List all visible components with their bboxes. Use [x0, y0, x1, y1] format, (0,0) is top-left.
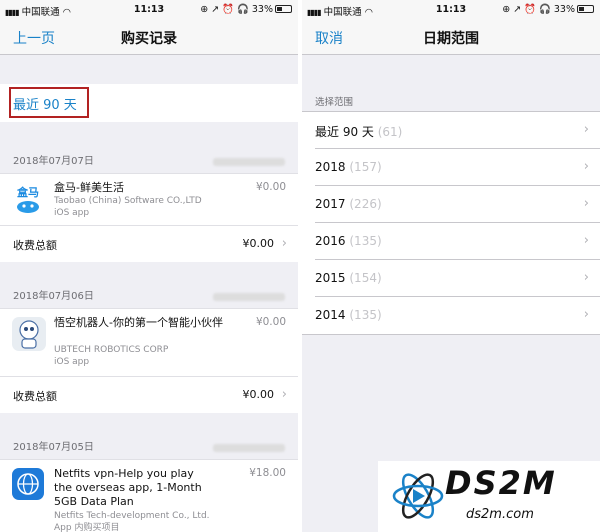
app-price: ¥0.00: [255, 181, 286, 193]
range-label: 最近 90 天: [315, 125, 374, 139]
date-header: 2018年07月07日: [0, 145, 298, 173]
range-label: 2017: [315, 197, 346, 211]
range-label: 2015: [315, 271, 346, 285]
status-icons: ⊕ ↗ ⏰ 🎧: [200, 4, 249, 15]
chevron-right-icon: ›: [583, 307, 589, 322]
back-button[interactable]: 上一页: [13, 28, 55, 48]
range-list: 最近 90 天 (61) › 2018 (157) › 2017 (226) ›…: [302, 111, 600, 335]
battery-icon: [577, 5, 594, 13]
status-icons: ⊕ ↗ ⏰ 🎧: [502, 4, 551, 15]
app-developer: Taobao (China) Software CO.,LTD: [54, 196, 202, 206]
date-range-label[interactable]: 最近 90 天: [13, 94, 77, 113]
chevron-right-icon: ›: [281, 387, 287, 402]
purchase-item[interactable]: 悟空机器人-你的第一个智能小伙伴 UBTECH ROBOTICS CORP iO…: [0, 308, 298, 376]
netfits-app-icon: [12, 468, 44, 500]
app-type: App 内购买项目: [54, 523, 120, 532]
order-id-blurred: [213, 293, 285, 301]
range-count: (226): [349, 197, 382, 211]
purchase-date: 2018年07月07日: [13, 156, 94, 167]
battery-percent: 33%: [251, 4, 273, 15]
nav-bar: 上一页 购买记录: [0, 20, 298, 55]
purchase-item[interactable]: 盒马 盒马-鲜美生活 Taobao (China) Software CO.,L…: [0, 173, 298, 225]
range-label: 2014: [315, 308, 346, 322]
chevron-right-icon: ›: [583, 233, 589, 248]
range-count: (135): [349, 308, 382, 322]
total-amount: ¥0.00: [242, 237, 275, 250]
total-row[interactable]: 收费总额 ¥0.00 ›: [0, 376, 298, 413]
total-label: 收费总额: [13, 390, 57, 403]
range-label: 2016: [315, 234, 346, 248]
date-range-screen: ▮▮▮▮ 中国联通 ◠ 11:13 ⊕ ↗ ⏰ 🎧 33% 取消 日期范围 选择…: [302, 0, 600, 532]
range-option-2014[interactable]: 2014 (135) ›: [315, 297, 600, 334]
range-count: (135): [349, 234, 382, 248]
app-type: iOS app: [54, 357, 90, 367]
purchase-date: 2018年07月06日: [13, 291, 94, 302]
battery-percent: 33%: [553, 4, 575, 15]
status-bar: ▮▮▮▮ 中国联通 ◠ 11:13 ⊕ ↗ ⏰ 🎧 33%: [0, 0, 298, 20]
section-header: 选择范围: [315, 97, 354, 108]
date-range-selector[interactable]: 最近 90 天: [0, 84, 298, 122]
hema-app-icon: 盒马: [12, 182, 44, 214]
range-option-2016[interactable]: 2016 (135) ›: [315, 223, 600, 260]
date-header: 2018年07月06日: [0, 280, 298, 308]
range-count: (154): [349, 271, 382, 285]
chevron-right-icon: ›: [583, 159, 589, 174]
app-price: ¥0.00: [255, 316, 286, 328]
app-price: ¥18.00: [249, 467, 286, 479]
range-count: (157): [349, 160, 382, 174]
battery-icon: [275, 5, 292, 13]
purchase-history-screen: ▮▮▮▮ 中国联通 ◠ 11:13 ⊕ ↗ ⏰ 🎧 33% 上一页 购买记录 最…: [0, 0, 298, 532]
atom-logo-icon: [392, 473, 444, 519]
cancel-button[interactable]: 取消: [315, 28, 343, 48]
chevron-right-icon: ›: [281, 236, 287, 251]
svg-text:盒马: 盒马: [16, 185, 39, 199]
range-option-2017[interactable]: 2017 (226) ›: [315, 186, 600, 223]
app-developer: UBTECH ROBOTICS CORP: [54, 345, 169, 355]
purchase-date: 2018年07月05日: [13, 442, 94, 453]
status-bar: ▮▮▮▮ 中国联通 ◠ 11:13 ⊕ ↗ ⏰ 🎧 33%: [302, 0, 600, 20]
range-option-2018[interactable]: 2018 (157) ›: [315, 149, 600, 186]
nav-bar: 取消 日期范围: [302, 20, 600, 55]
date-header: 2018年07月05日: [0, 431, 298, 459]
app-name: 悟空机器人-你的第一个智能小伙伴: [54, 316, 223, 329]
app-type: iOS app: [54, 208, 90, 218]
order-id-blurred: [213, 158, 285, 166]
chevron-right-icon: ›: [583, 196, 589, 211]
total-label: 收费总额: [13, 239, 57, 252]
range-option-2015[interactable]: 2015 (154) ›: [315, 260, 600, 297]
order-id-blurred: [213, 444, 285, 452]
app-name: Netfits vpn-Help you play the overseas a…: [54, 467, 202, 508]
total-amount: ¥0.00: [242, 388, 275, 401]
alpha-robot-app-icon: [12, 317, 46, 351]
watermark: DS2M ds2m.com: [378, 461, 600, 532]
watermark-text: DS2M: [445, 464, 557, 502]
app-developer: Netfits Tech-development Co., Ltd.: [54, 511, 210, 521]
chevron-right-icon: ›: [583, 122, 589, 137]
purchase-item[interactable]: Netfits vpn-Help you play the overseas a…: [0, 459, 298, 532]
page-title: 日期范围: [423, 31, 479, 47]
range-option-90days[interactable]: 最近 90 天 (61) ›: [315, 112, 600, 149]
app-name: 盒马-鲜美生活: [54, 181, 124, 194]
chevron-right-icon: ›: [583, 270, 589, 285]
range-label: 2018: [315, 160, 346, 174]
range-count: (61): [377, 125, 403, 139]
total-row[interactable]: 收费总额 ¥0.00 ›: [0, 225, 298, 262]
watermark-url: ds2m.com: [466, 507, 534, 522]
